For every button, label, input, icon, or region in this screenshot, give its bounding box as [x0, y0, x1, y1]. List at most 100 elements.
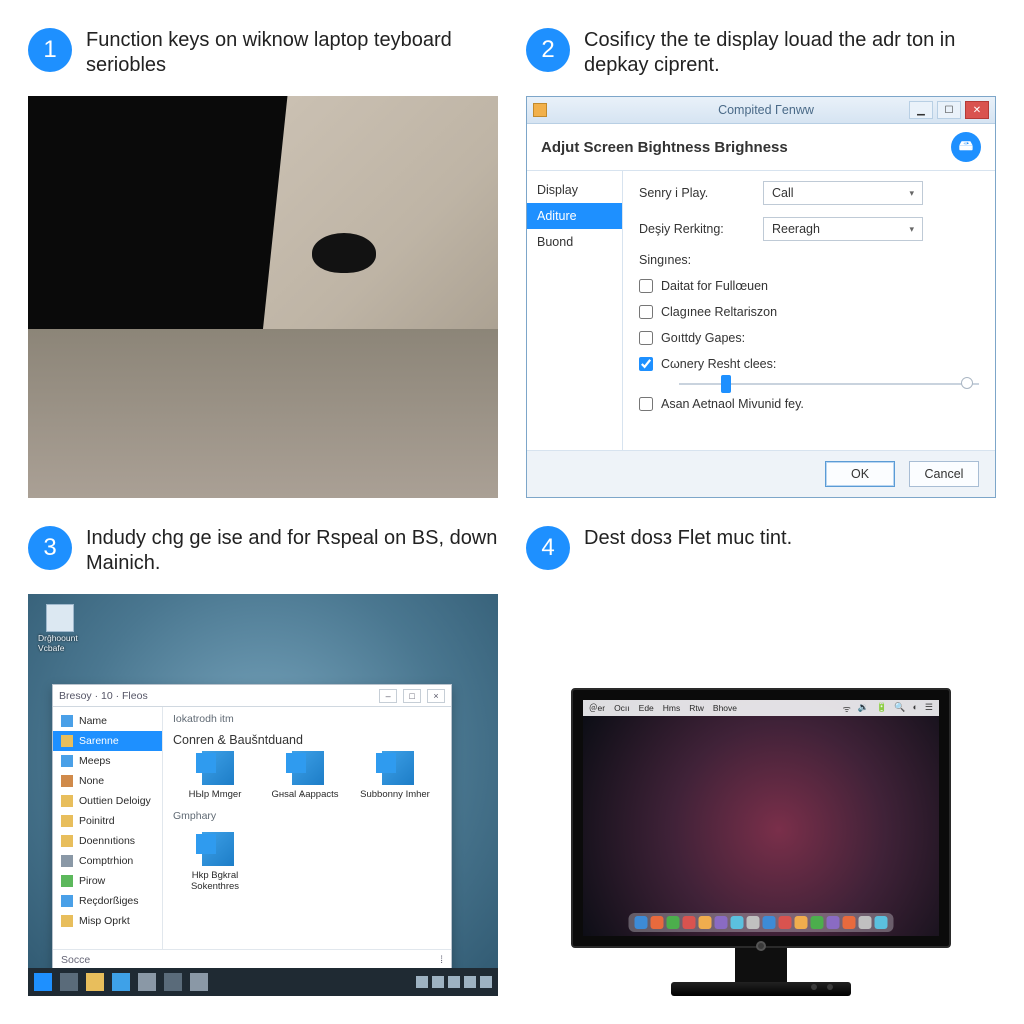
dock-app-icon[interactable] — [763, 916, 776, 929]
checkbox-2-label: Clagınее Reltariszon — [661, 305, 777, 319]
explorer-maximize[interactable]: □ — [403, 689, 421, 703]
menu-item-2[interactable]: Ede — [639, 703, 654, 713]
windows-desktop[interactable]: Drğhoount Vcbafe Bresoy · 10 · Fleos – □… — [28, 594, 498, 996]
menu-item-1[interactable]: Ocıı — [614, 703, 630, 713]
checkbox-row-1[interactable]: Daitat for Fullœuen — [639, 279, 979, 293]
tray-icon[interactable] — [464, 976, 476, 988]
dock-app-icon[interactable] — [827, 916, 840, 929]
checkbox-1[interactable] — [639, 279, 653, 293]
slider-thumb[interactable] — [721, 375, 731, 393]
dock-app-icon[interactable] — [651, 916, 664, 929]
side-item-7[interactable]: Comptrhion — [53, 851, 162, 871]
combo-field-2[interactable]: Reeragh ▾ — [763, 217, 923, 241]
dock-app-icon[interactable] — [779, 916, 792, 929]
side-item-4[interactable]: Outtien Deloigy — [53, 791, 162, 811]
checkbox-row-5[interactable]: Asan Aetnaol Mivunid fey. — [639, 397, 979, 411]
step-1-text: Function keys on wiknow laptop teyboard … — [86, 28, 498, 78]
tray-icon[interactable] — [416, 976, 428, 988]
sidebar-item-buond[interactable]: Buond — [527, 229, 622, 255]
brightness-slider[interactable] — [679, 383, 979, 385]
menu-item-4[interactable]: Rtw — [689, 703, 704, 713]
minimize-button[interactable]: ▁ — [909, 101, 933, 119]
taskview-button[interactable] — [60, 973, 78, 991]
dock-app-icon[interactable] — [843, 916, 856, 929]
battery-icon[interactable]: 🔋 — [876, 702, 887, 715]
dock-app-icon[interactable] — [859, 916, 872, 929]
group-1-label: Conren & Baušntduand — [173, 733, 441, 747]
dock-app-icon[interactable] — [747, 916, 760, 929]
mac-dock[interactable] — [629, 913, 894, 932]
side-item-9[interactable]: Reçdorßiges — [53, 891, 162, 911]
explorer-titlebar[interactable]: Bresoy · 10 · Fleos – □ × — [53, 685, 451, 707]
explorer-close[interactable]: × — [427, 689, 445, 703]
dock-app-icon[interactable] — [699, 916, 712, 929]
system-tray[interactable] — [416, 976, 492, 988]
volume-icon[interactable]: 🔉 — [858, 702, 869, 715]
store-taskbar-icon[interactable] — [138, 973, 156, 991]
explorer-window[interactable]: Bresoy · 10 · Fleos – □ × Name Sarenne M… — [52, 684, 452, 970]
dock-app-icon[interactable] — [635, 916, 648, 929]
menu-item-0[interactable]: ＠er — [589, 702, 605, 714]
desktop-shortcut[interactable]: Drğhoount Vcbafe — [38, 604, 82, 654]
mac-menu-bar[interactable]: ＠er Ocıı Ede Hms Rtw Bhove ᯤ 🔉 🔋 🔍 ◐ ☰ — [583, 700, 939, 716]
explorer-taskbar-icon[interactable] — [86, 973, 104, 991]
control-item-1[interactable]: Gнsal Ѧapраcts — [263, 747, 347, 800]
dock-app-icon[interactable] — [875, 916, 888, 929]
side-item-8[interactable]: Pirow — [53, 871, 162, 891]
dock-app-icon[interactable] — [795, 916, 808, 929]
dock-app-icon[interactable] — [811, 916, 824, 929]
side-item-10[interactable]: Misp Oprkt — [53, 911, 162, 931]
tray-icon[interactable] — [480, 976, 492, 988]
folder-icon — [61, 915, 73, 927]
tile-icon — [374, 747, 416, 789]
menu-extra-icon[interactable]: ◐ — [912, 702, 917, 715]
side-item-0[interactable]: Name — [53, 711, 162, 731]
checkbox-row-3[interactable]: Goıttdy Gapes: — [639, 331, 979, 345]
dock-app-icon[interactable] — [731, 916, 744, 929]
menu-item-5[interactable]: Bhove — [713, 703, 737, 713]
folder-icon — [61, 735, 73, 747]
control-item-0[interactable]: HЫр Mmger — [173, 747, 257, 800]
checkbox-row-4[interactable]: Cωnery Resht clees: — [639, 357, 979, 371]
dialog-titlebar[interactable]: Compited Γenww ▁ ☐ ✕ — [527, 97, 995, 124]
control-item-3[interactable]: Hkp Bgkral Sokenthres — [173, 828, 257, 892]
side-item-6[interactable]: Doennıtions — [53, 831, 162, 851]
close-button[interactable]: ✕ — [965, 101, 989, 119]
side-item-2[interactable]: Meeps — [53, 751, 162, 771]
control-item-2[interactable]: Subbonny Imher — [353, 747, 437, 800]
mail-taskbar-icon[interactable] — [164, 973, 182, 991]
start-button[interactable] — [34, 973, 52, 991]
side-item-3[interactable]: None — [53, 771, 162, 791]
checkbox-5[interactable] — [639, 397, 653, 411]
dock-app-icon[interactable] — [667, 916, 680, 929]
tray-icon[interactable] — [432, 976, 444, 988]
tray-icon[interactable] — [448, 976, 460, 988]
checkbox-3[interactable] — [639, 331, 653, 345]
header-action-icon[interactable]: 🖴 — [951, 132, 981, 162]
search-icon[interactable]: 🔍 — [894, 702, 905, 715]
sidebar-item-aditure[interactable]: Aditure — [527, 203, 622, 229]
group-1-grid: HЫр Mmger Gнsal Ѧapраcts Subbonny Imher — [173, 747, 441, 800]
monitor-screen[interactable]: ＠er Ocıı Ede Hms Rtw Bhove ᯤ 🔉 🔋 🔍 ◐ ☰ — [583, 700, 939, 936]
dock-app-icon[interactable] — [715, 916, 728, 929]
checkbox-4[interactable] — [639, 357, 653, 371]
explorer-minimize[interactable]: – — [379, 689, 397, 703]
monitor-power-button[interactable] — [756, 941, 766, 951]
checkbox-2[interactable] — [639, 305, 653, 319]
edge-taskbar-icon[interactable] — [112, 973, 130, 991]
chevron-down-icon: ▾ — [909, 224, 914, 235]
menu-extra-icon[interactable]: ☰ — [925, 702, 933, 715]
side-item-5[interactable]: Poinitrd — [53, 811, 162, 831]
side-item-1[interactable]: Sarenne — [53, 731, 162, 751]
maximize-button[interactable]: ☐ — [937, 101, 961, 119]
wifi-icon[interactable]: ᯤ — [843, 702, 851, 715]
app-taskbar-icon[interactable] — [190, 973, 208, 991]
taskbar[interactable] — [28, 968, 498, 996]
sidebar-item-display[interactable]: Display — [527, 177, 622, 203]
menu-item-3[interactable]: Hms — [663, 703, 680, 713]
ok-button[interactable]: OK — [825, 461, 895, 487]
cancel-button[interactable]: Cancel — [909, 461, 979, 487]
dock-app-icon[interactable] — [683, 916, 696, 929]
checkbox-row-2[interactable]: Clagınее Reltariszon — [639, 305, 979, 319]
combo-field-1[interactable]: Call ▾ — [763, 181, 923, 205]
